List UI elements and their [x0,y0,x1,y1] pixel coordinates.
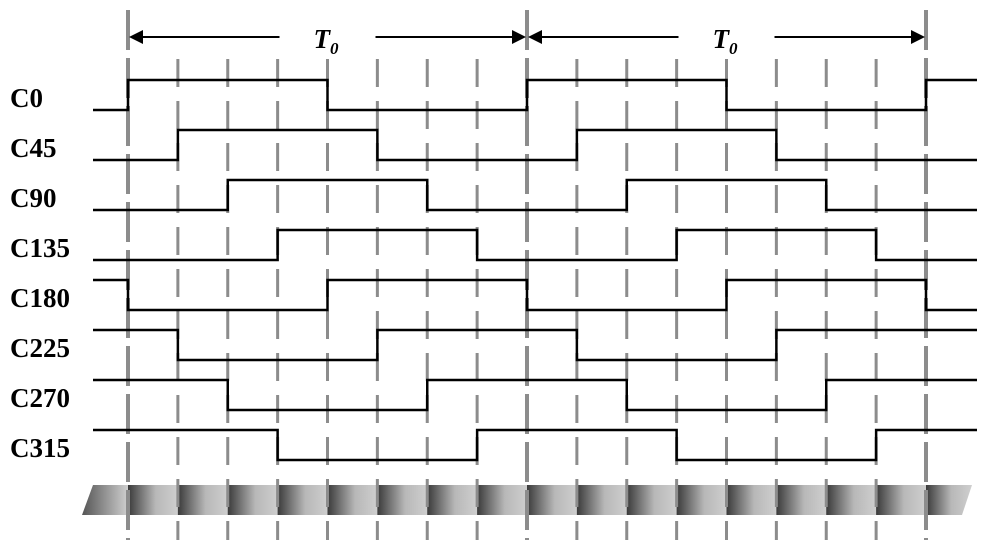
phase-band-segment [477,485,528,515]
signal-trace-c270 [93,378,977,412]
signal-trace-c225 [93,328,977,362]
signal-label-c270: C270 [10,383,70,413]
period-label-main: T [713,24,731,54]
period-arrow: T0 [528,24,925,58]
phase-band-segment [576,485,628,515]
signal-labels: C0 C45 C90 C135 C180 C225 C270 C315 [10,83,70,463]
arrowhead-right-icon [512,30,526,44]
signal-trace-c315 [93,428,977,462]
arrowhead-right-icon [911,30,925,44]
signal-trace-c180 [93,278,977,312]
period-label-sub: 0 [330,39,339,58]
signal-label-c135: C135 [10,233,70,263]
period-label-sub: 0 [729,39,738,58]
phase-band-segment [277,485,328,515]
phase-band-segment [776,485,827,515]
phase-band-segment [826,485,877,515]
arrowhead-left-icon [528,30,542,44]
signal-label-c225: C225 [10,333,70,363]
signal-label-c315: C315 [10,433,70,463]
period-label: T0 [713,24,739,58]
signal-trace-c0 [93,78,977,112]
phase-band-segment [876,485,927,515]
phase-band-segment [227,485,279,515]
phase-band-segment [128,485,179,515]
period-label-main: T [314,24,332,54]
period-label: T0 [314,24,340,58]
signal-trace-c90 [93,178,977,212]
phase-band-segment [327,485,378,515]
phase-band-segment [726,485,777,515]
phase-band-segment [177,485,229,515]
phase-band-segment [626,485,678,515]
signal-label-c180: C180 [10,283,70,313]
phase-band-segment [377,485,428,515]
phase-band-segment [427,485,478,515]
signal-label-c90: C90 [10,183,57,213]
signal-traces [93,78,977,462]
signal-label-c45: C45 [10,133,57,163]
timing-diagram: T0 T0 C0C45C90C135C180C225C270C315 [10,10,977,540]
signal-label-c0: C0 [10,83,43,113]
period-arrow: T0 [129,24,526,58]
phase-band-tail [926,485,972,515]
arrowhead-left-icon [129,30,143,44]
phase-band-segment [527,485,578,515]
phase-band-segment [676,485,727,515]
signal-trace-c135 [93,228,977,262]
phase-band-lead [82,485,128,515]
signal-trace-c45 [93,128,977,162]
